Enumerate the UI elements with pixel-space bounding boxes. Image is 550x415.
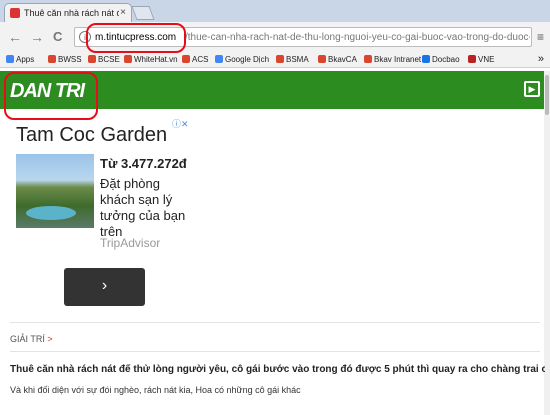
- pool-shape: [26, 206, 76, 220]
- bookmark-bkavca[interactable]: BkavCA: [318, 55, 357, 64]
- tab-close-icon[interactable]: ×: [120, 7, 126, 18]
- bookmark-acs[interactable]: ACS: [182, 55, 208, 64]
- shield-icon: [48, 55, 56, 63]
- divider: [10, 322, 540, 323]
- bookmark-whitehat[interactable]: WhiteHat.vn: [124, 55, 178, 64]
- bookmark-bsma[interactable]: BSMA: [276, 55, 309, 64]
- apps-icon: [6, 55, 14, 63]
- forward-icon[interactable]: →: [30, 29, 44, 45]
- chevron-right-icon: >: [47, 334, 53, 344]
- divider: [10, 351, 540, 352]
- reload-icon[interactable]: C: [53, 29, 62, 44]
- bookmark-bkav-intranet[interactable]: Bkav Intranet: [364, 55, 421, 64]
- bookmark-bcse[interactable]: BCSE: [88, 55, 120, 64]
- adchoices-icon[interactable]: ⓘ✕: [172, 117, 192, 129]
- shield-icon: [318, 55, 326, 63]
- bookmark-vne[interactable]: VNE: [468, 55, 494, 64]
- logo-highlight-annotation: [4, 72, 98, 120]
- browser-tab[interactable]: Thuê căn nhà rách nát để t ×: [4, 3, 132, 23]
- docbao-icon: [422, 55, 430, 63]
- url-path: /thue-can-nha-rach-nat-de-thu-long-nguoi…: [185, 32, 530, 43]
- ad-title[interactable]: Tam Coc Garden: [16, 124, 167, 147]
- url-highlight-annotation: [86, 23, 186, 53]
- scrollbar-thumb[interactable]: [545, 75, 549, 115]
- bookmark-bwss[interactable]: BWSS: [48, 55, 82, 64]
- ad-price[interactable]: Từ 3.477.272đ: [100, 156, 187, 171]
- shield-icon: [88, 55, 96, 63]
- dantri-favicon-icon: [10, 8, 20, 18]
- ad-hotel-image[interactable]: [16, 154, 94, 228]
- browser-toolbar: ← → C i m.tintucpress.com /thue-can-nha-…: [0, 22, 550, 52]
- back-icon[interactable]: ←: [8, 29, 22, 45]
- ad-source[interactable]: TripAdvisor: [100, 236, 160, 250]
- shield-icon: [276, 55, 284, 63]
- bookmarks-bar: Apps BWSS BCSE WhiteHat.vn ACS Google Dị…: [0, 52, 550, 68]
- bookmark-apps[interactable]: Apps: [6, 55, 34, 64]
- tab-title: Thuê căn nhà rách nát để t: [24, 8, 119, 18]
- browser-menu-icon[interactable]: ≡: [537, 30, 544, 44]
- article-title[interactable]: Thuê căn nhà rách nát để thử lòng người …: [10, 364, 545, 375]
- google-translate-icon: [215, 55, 223, 63]
- ad-next-button[interactable]: ›: [64, 268, 145, 306]
- shield-icon: [124, 55, 132, 63]
- section-breadcrumb[interactable]: GIẢI TRÍ >: [10, 334, 53, 344]
- shield-icon: [364, 55, 372, 63]
- ad-description[interactable]: Đặt phòng khách sạn lý tưởng của bạn trê…: [100, 176, 195, 240]
- article-sapo: Và khi đối diện với sự đói nghèo, rách n…: [10, 385, 301, 395]
- video-icon[interactable]: ▶: [524, 81, 540, 97]
- chevron-right-icon: ›: [101, 277, 108, 294]
- tab-strip: Thuê căn nhà rách nát để t ×: [0, 0, 550, 23]
- vne-icon: [468, 55, 476, 63]
- bookmarks-overflow-icon[interactable]: »: [538, 53, 544, 65]
- bookmark-docbao[interactable]: Docbao: [422, 55, 460, 64]
- bookmark-google-dich[interactable]: Google Dịch: [215, 55, 269, 64]
- shield-icon: [182, 55, 190, 63]
- new-tab-button[interactable]: [131, 6, 155, 20]
